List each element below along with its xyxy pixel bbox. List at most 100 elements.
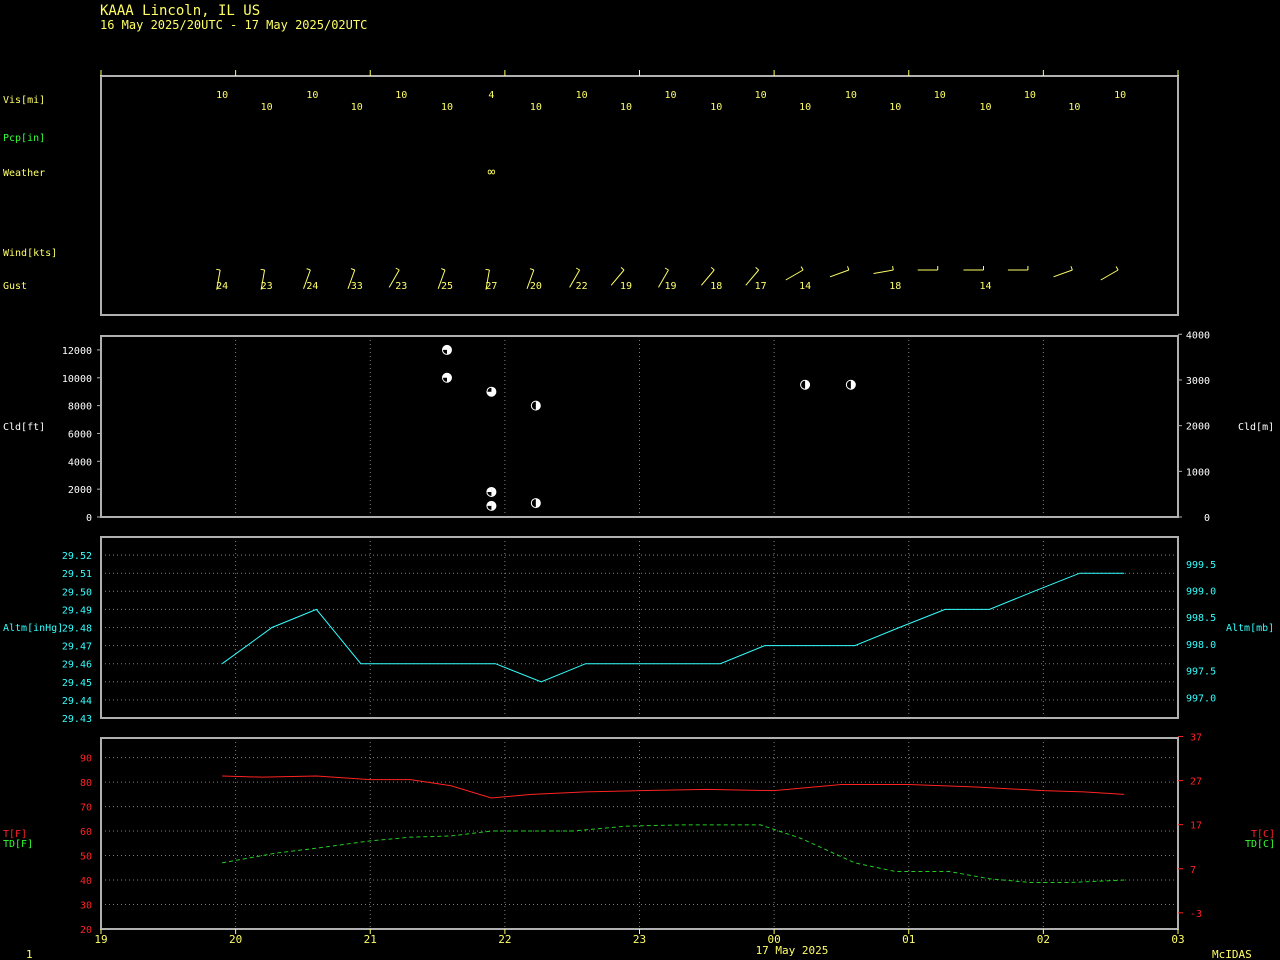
visibility-value: 10: [1024, 90, 1036, 101]
altimeter-inhg-label: Altm[inHg]: [3, 623, 63, 634]
station-title: KAAA Lincoln, IL US: [100, 3, 260, 19]
altimeter-inhg-tick: 29.48: [62, 624, 92, 635]
temp-c-tick: 37: [1190, 733, 1202, 744]
wind-barb-flag: [620, 267, 625, 271]
panel-frame: [100, 335, 1179, 518]
temperature-line: [222, 775, 1125, 799]
wind-barb-flag: [664, 267, 669, 271]
cloud-m-tick: 0: [1204, 513, 1210, 524]
wind-barb: [1053, 269, 1073, 278]
observation-panel: Vis[mi] Pcp[in] Weather Wind[kts] Gust 10 10 10…: [3, 70, 1179, 316]
gust-value: 18: [710, 281, 722, 292]
visibility-value: 10: [576, 90, 588, 101]
visibility-value: 10: [710, 102, 722, 113]
gust-value: 23: [395, 281, 407, 292]
gust-label: Gust: [3, 281, 27, 292]
cloud-panel: 0 2000 4000 6000 8000 10000 12000 0 1000 2000 3000…: [3, 330, 1274, 524]
gust-value: 17: [755, 281, 767, 292]
pcp-label: Pcp[in]: [3, 133, 45, 144]
gust-value: 22: [576, 281, 588, 292]
visibility-value: 10: [755, 90, 767, 101]
cloud-m-label: Cld[m]: [1238, 422, 1274, 433]
wind-barb-flag: [260, 268, 265, 271]
visibility-value: 10: [216, 90, 228, 101]
altimeter-inhg-tick: 29.47: [62, 642, 92, 653]
visibility-value: 10: [530, 102, 542, 113]
wind-barb-flag: [755, 267, 759, 271]
wind-barb-flag: [892, 265, 894, 271]
altimeter-mb-tick: 997.0: [1186, 693, 1216, 704]
gust-value: 14: [979, 281, 991, 292]
altimeter-mb-tick: 997.5: [1186, 667, 1216, 678]
cloud-ft-tick: 2000: [68, 485, 92, 496]
temp-f-tick: 20: [80, 925, 92, 936]
cloud-m-tick: 1000: [1186, 467, 1210, 478]
hour-tick-label: 23: [633, 933, 646, 946]
temp-c-tick: 7: [1190, 865, 1196, 876]
altimeter-inhg-tick: 29.52: [62, 551, 92, 562]
altimeter-inhg-tick: 29.45: [62, 678, 92, 689]
altimeter-panel: 29.43 29.44 29.45 29.46 29.47 29.48 29.49 29.50…: [3, 536, 1274, 725]
wind-label: Wind[kts]: [3, 248, 57, 259]
wind-barb-flag: [529, 268, 535, 271]
wind-barb-flag: [395, 267, 400, 271]
panel-frame: [100, 536, 1179, 719]
visibility-value: 4: [488, 90, 494, 101]
wind-barb-flag: [441, 268, 446, 271]
wind-barb-flag: [847, 266, 850, 271]
visibility-value: 10: [395, 90, 407, 101]
gust-value: 20: [530, 281, 542, 292]
hour-tick-label: 22: [498, 933, 511, 946]
temp-f-tick: 70: [80, 803, 92, 814]
temp-f-tick: 90: [80, 754, 92, 765]
wind-barb-flag: [216, 268, 221, 271]
vis-label: Vis[mi]: [3, 95, 45, 106]
temp-f-tick: 80: [80, 778, 92, 789]
temp-f-tick: 60: [80, 827, 92, 838]
wind-barb-flag: [485, 268, 490, 271]
wind-barb-flag: [1115, 266, 1119, 271]
wind-barb-flag: [350, 268, 355, 271]
gust-value: 14: [799, 281, 811, 292]
gust-value: 18: [889, 281, 901, 292]
footer-date: 17 May 2025: [756, 944, 829, 957]
gust-value: 24: [216, 281, 228, 292]
visibility-value: 10: [306, 90, 318, 101]
altimeter-mb-tick: 999.5: [1186, 560, 1216, 571]
hour-tick-label: 01: [902, 933, 915, 946]
time-range: 16 May 2025/20UTC - 17 May 2025/02UTC: [100, 18, 367, 32]
wind-barb-flag: [575, 267, 580, 271]
gust-value: 24: [306, 281, 318, 292]
altimeter-inhg-tick: 29.43: [62, 714, 92, 725]
visibility-value: 10: [261, 102, 273, 113]
visibility-value: 10: [664, 90, 676, 101]
dewpoint-f-label: TD[F]: [3, 839, 33, 850]
visibility-value: 10: [799, 102, 811, 113]
weather-label: Weather: [3, 168, 45, 179]
visibility-value: 10: [441, 102, 453, 113]
wind-barb-flag: [306, 268, 311, 271]
visibility-value: 10: [934, 90, 946, 101]
dewpoint-line: [222, 824, 1125, 883]
visibility-value: 10: [1068, 102, 1080, 113]
cloud-ft-tick: 0: [86, 513, 92, 524]
visibility-value: 10: [351, 102, 363, 113]
temp-c-tick: 17: [1190, 821, 1202, 832]
wind-barb: [873, 269, 894, 274]
wind-barb: [785, 269, 804, 281]
hour-tick-label: 03: [1171, 933, 1184, 946]
meteogram: KAAA Lincoln, IL US 16 May 2025/20UTC - …: [3, 3, 1275, 960]
cloud-cover-fill: [442, 345, 447, 350]
visibility-value: 10: [845, 90, 857, 101]
weather-symbol: ∞: [487, 165, 495, 180]
hour-tick-label: 02: [1037, 933, 1050, 946]
temp-f-tick: 30: [80, 901, 92, 912]
gust-value: 23: [261, 281, 273, 292]
temperature-panel: 2030405060708090-37172737T[F]TD[F]T[C]TD…: [3, 733, 1275, 936]
cloud-m-tick: 3000: [1186, 376, 1210, 387]
altimeter-mb-tick: 999.0: [1186, 587, 1216, 598]
gust-value: 19: [620, 281, 632, 292]
gust-value: 27: [485, 281, 497, 292]
wind-barb-flag: [1070, 266, 1073, 271]
cloud-ft-tick: 10000: [62, 374, 92, 385]
